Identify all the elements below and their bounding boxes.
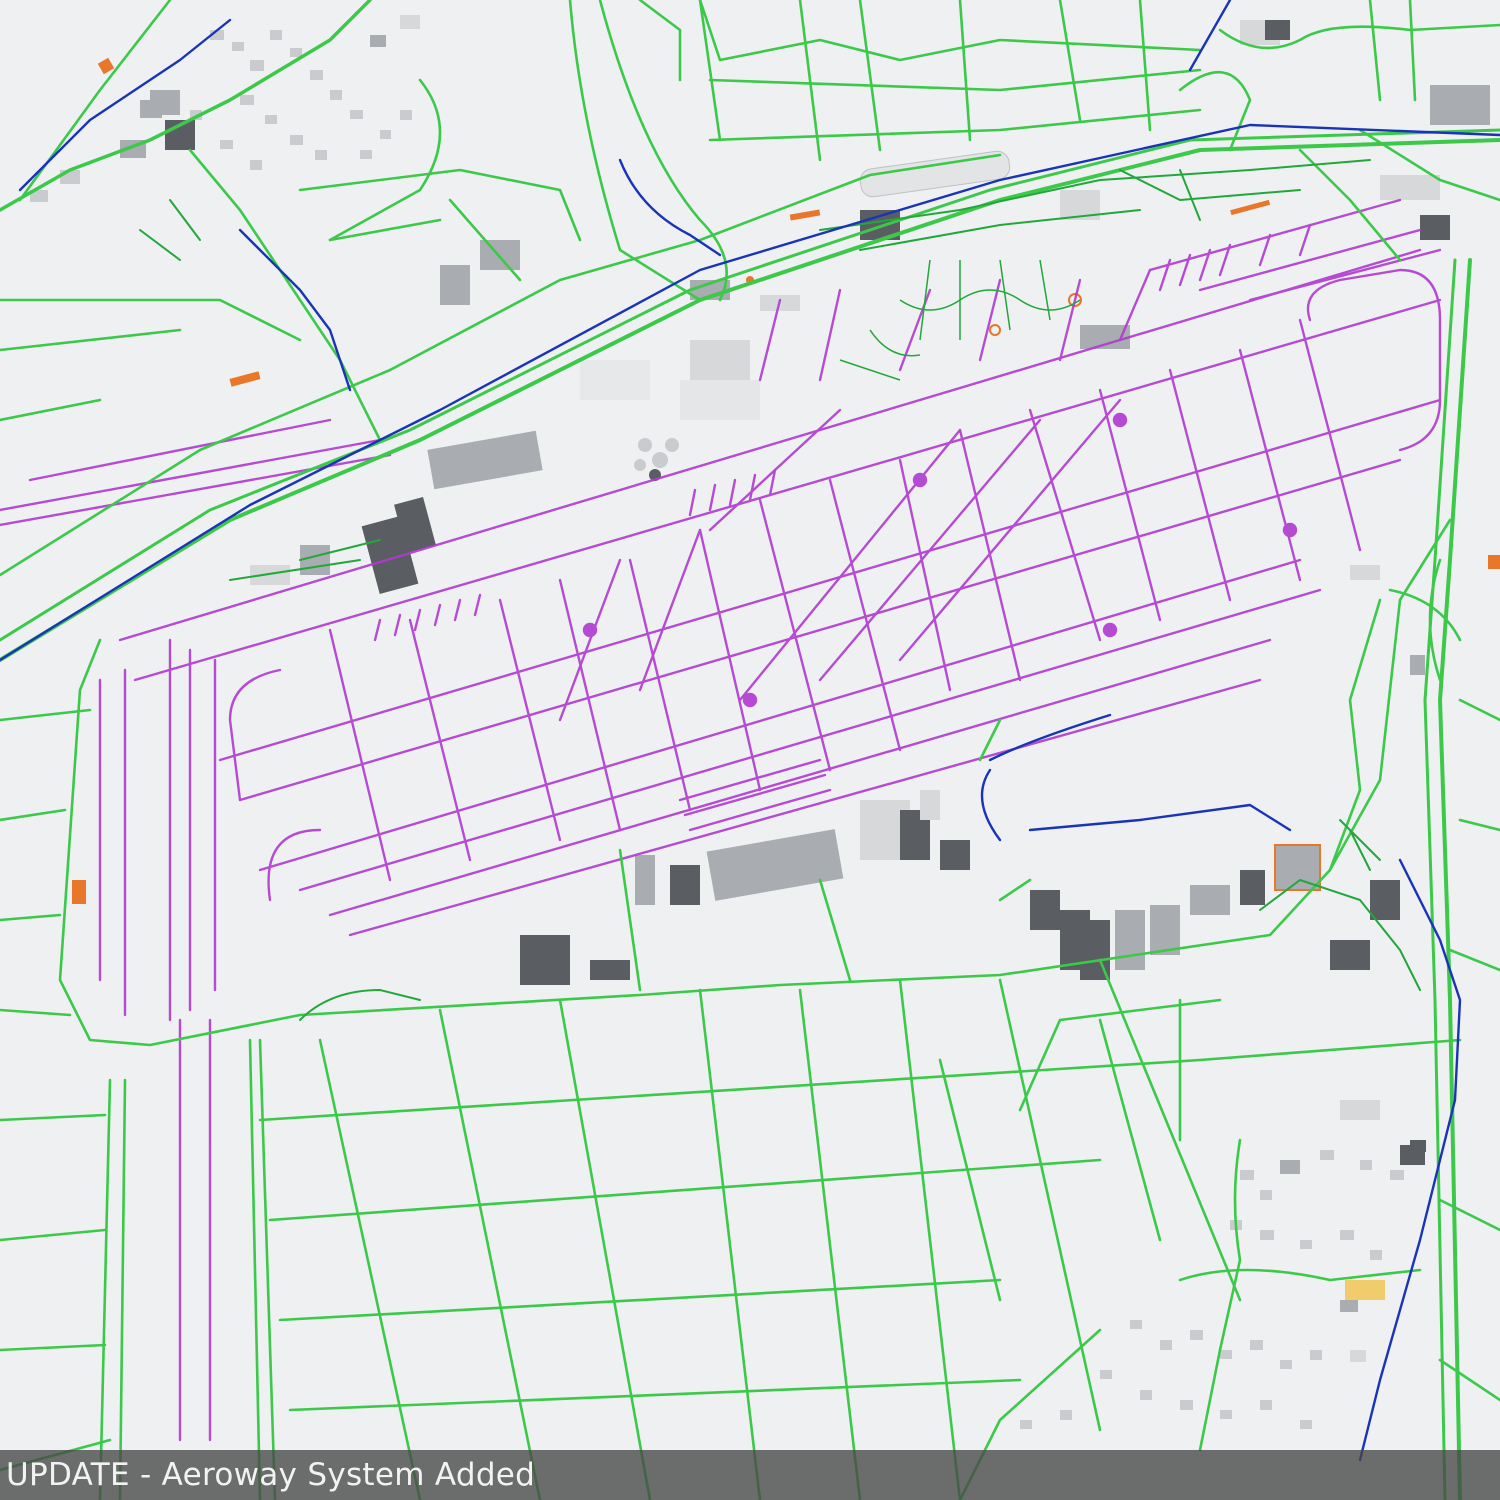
map-canvas	[0, 0, 1500, 1500]
map-render-view: UPDATE - Aeroway System Added	[0, 0, 1500, 1500]
caption-text: UPDATE - Aeroway System Added	[6, 1457, 536, 1493]
